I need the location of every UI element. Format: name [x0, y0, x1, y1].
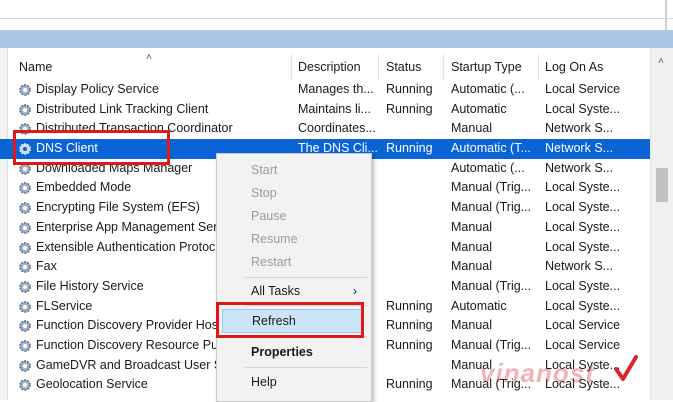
top-right-border	[665, 0, 667, 30]
window-band	[0, 30, 673, 48]
sort-ascending-icon: ˄	[146, 52, 152, 63]
menu-item-stop[interactable]: Stop	[217, 182, 371, 204]
service-gear-icon	[19, 84, 31, 96]
context-menu: Start Stop Pause Resume Restart All Task…	[216, 153, 372, 402]
service-startup-type: Manual (Trig...	[451, 180, 532, 195]
service-log-on-as: Network S...	[545, 160, 614, 175]
service-startup-type: Automatic	[451, 298, 507, 313]
service-gear-icon	[19, 359, 31, 372]
service-startup-type: Manual (Trig...	[451, 337, 532, 352]
column-header-description[interactable]: Description	[298, 52, 361, 82]
service-log-on-as: Local Syste...	[545, 200, 621, 215]
top-divider	[0, 18, 673, 19]
menu-item-all-tasks[interactable]: All Tasks ›	[217, 280, 371, 302]
top-area	[0, 0, 673, 30]
vertical-scrollbar[interactable]: ˄	[650, 48, 673, 400]
service-description: Maintains li...	[298, 101, 371, 116]
service-status: Running	[386, 377, 433, 392]
service-startup-type: Manual	[451, 259, 492, 274]
service-status: Running	[386, 82, 433, 96]
service-gear-icon	[19, 182, 31, 195]
service-log-on-as: Network S...	[545, 121, 614, 136]
service-status: Running	[386, 101, 433, 116]
highlight-box-refresh	[216, 302, 364, 338]
menu-item-restart[interactable]: Restart	[217, 251, 371, 273]
service-gear-icon	[19, 241, 31, 254]
scroll-up-icon[interactable]: ˄	[658, 56, 664, 67]
service-log-on-as: Local Service	[545, 337, 621, 352]
service-log-on-as: Network S...	[545, 141, 614, 156]
menu-separator	[245, 367, 367, 368]
service-name: Distributed Link Tracking Client	[36, 101, 209, 116]
service-gear-icon	[19, 202, 31, 214]
menu-item-start[interactable]: Start	[217, 159, 371, 181]
menu-separator	[245, 277, 367, 278]
service-log-on-as: Local Syste...	[545, 180, 621, 195]
service-gear-icon	[19, 379, 31, 392]
service-gear-icon	[19, 300, 31, 313]
menu-item-help[interactable]: Help	[217, 371, 371, 393]
service-status: Running	[386, 141, 433, 156]
menu-item-resume[interactable]: Resume	[217, 228, 371, 250]
service-log-on-as: Network S...	[545, 259, 614, 274]
service-gear-icon	[19, 261, 31, 273]
service-gear-icon	[19, 281, 31, 293]
service-startup-type: Manual (Trig...	[451, 278, 532, 293]
service-gear-icon	[19, 103, 31, 116]
submenu-arrow-icon: ›	[353, 284, 357, 298]
service-startup-type: Manual	[451, 219, 492, 234]
service-startup-type: Manual	[451, 239, 492, 254]
service-description: Manages th...	[298, 82, 374, 96]
column-header-status[interactable]: Status	[386, 52, 421, 82]
watermark-check-icon	[614, 355, 638, 381]
column-header-name[interactable]: Name	[19, 52, 52, 82]
service-gear-icon	[19, 320, 31, 333]
service-description: Coordinates...	[298, 121, 376, 136]
menu-item-properties[interactable]: Properties	[217, 341, 371, 363]
service-log-on-as: Local Syste...	[545, 298, 621, 313]
service-startup-type: Manual (Trig...	[451, 200, 532, 215]
service-log-on-as: Local Syste...	[545, 101, 621, 116]
service-log-on-as: Local Service	[545, 318, 621, 333]
service-log-on-as: Local Syste...	[545, 278, 621, 293]
service-startup-type: Automatic (T...	[451, 141, 531, 156]
service-startup-type: Manual	[451, 318, 492, 333]
service-log-on-as: Local Syste...	[545, 219, 621, 234]
column-separator[interactable]	[291, 54, 292, 80]
service-status: Running	[386, 298, 433, 313]
service-row[interactable]: Display Policy Service Manages th... Run…	[0, 80, 650, 100]
service-startup-type: Automatic	[451, 101, 507, 116]
service-status: Running	[386, 337, 433, 352]
watermark-logo: vinanost	[480, 358, 595, 388]
service-gear-icon	[19, 340, 31, 352]
column-header-startup-type[interactable]: Startup Type	[451, 52, 522, 82]
column-header-log-on-as[interactable]: Log On As	[545, 52, 603, 82]
menu-item-pause[interactable]: Pause	[217, 205, 371, 227]
service-startup-type: Automatic (...	[451, 160, 525, 175]
service-name: Display Policy Service	[36, 82, 159, 96]
column-separator[interactable]	[538, 54, 539, 80]
column-separator[interactable]	[378, 54, 379, 80]
service-startup-type: Automatic (...	[451, 82, 525, 96]
service-startup-type: Manual	[451, 121, 492, 136]
service-row[interactable]: Distributed Link Tracking Client Maintai…	[0, 100, 650, 120]
service-gear-icon	[19, 222, 31, 234]
service-log-on-as: Local Service	[545, 82, 621, 96]
service-log-on-as: Local Syste...	[545, 239, 621, 254]
highlight-box-dns-client	[13, 130, 170, 165]
scrollbar-thumb[interactable]	[656, 168, 668, 202]
service-status: Running	[386, 318, 433, 333]
column-separator[interactable]	[443, 54, 444, 80]
